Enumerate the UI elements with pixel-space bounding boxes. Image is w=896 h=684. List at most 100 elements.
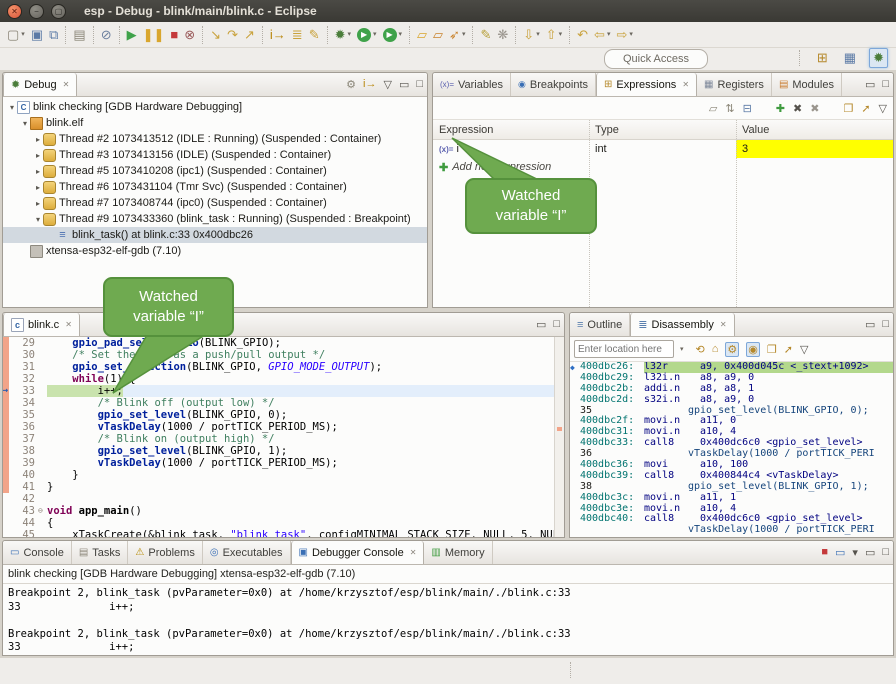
quick-access-button[interactable]: Quick Access	[604, 49, 708, 69]
pin-editor-button[interactable]: ❋	[494, 25, 511, 45]
window-close-button[interactable]: ✕	[7, 4, 22, 19]
location-input[interactable]	[574, 340, 674, 358]
open-project-button[interactable]: ▱	[430, 25, 446, 45]
disconnect-button[interactable]: ⊗	[181, 25, 198, 45]
debug-tree-row[interactable]: xtensa-esp32-elf-gdb (7.10)	[3, 243, 427, 259]
home-button[interactable]: ⌂	[712, 343, 719, 355]
column-header-value[interactable]: Value	[736, 124, 893, 136]
disassembly-tab-outline[interactable]: ≡Outline	[570, 313, 630, 336]
maximize-button[interactable]: □	[416, 78, 423, 90]
terminate-button[interactable]: ■	[167, 25, 181, 45]
console-dropdown-button[interactable]: ▾	[852, 546, 858, 559]
view-menu-button[interactable]: ▽	[383, 78, 391, 91]
tree-expand-icon[interactable]: ▾	[20, 119, 30, 128]
disassembly-tab-disassembly[interactable]: ≣Disassembly✕	[630, 313, 734, 336]
editor-tab-blink-c[interactable]: cblink.c✕	[3, 313, 80, 336]
minimize-button[interactable]: ▭	[536, 318, 546, 331]
instruction-stepping-button[interactable]: i→	[267, 25, 289, 45]
minimize-button[interactable]: ▭	[399, 78, 409, 91]
forward-button[interactable]: ⇨▾	[613, 25, 635, 45]
instruction-stepping-mode-button[interactable]: i→	[363, 78, 376, 90]
last-edit-location-button[interactable]: ✎	[477, 25, 494, 45]
console-tab-debugger-console[interactable]: ▣Debugger Console✕	[291, 541, 425, 564]
maximize-button[interactable]: □	[882, 78, 889, 90]
add-expression-row[interactable]: ✚Add new expression	[433, 158, 893, 176]
show-logical-structure-button[interactable]: ⇅	[725, 102, 734, 115]
new-view-button[interactable]: ❐	[843, 102, 853, 115]
view-menu-button[interactable]: ▽	[800, 343, 808, 356]
cpp-perspective-button[interactable]: ▦	[841, 49, 859, 67]
tab-close-icon[interactable]: ✕	[720, 320, 727, 329]
show-source-button[interactable]: ⚙	[725, 342, 739, 357]
previous-annotation-button[interactable]: ⇧▾	[543, 25, 565, 45]
debug-perspective-button[interactable]: ✹	[869, 48, 888, 68]
save-all-button[interactable]: ⧉	[46, 25, 61, 45]
expressions-tab-registers[interactable]: ▦Registers	[697, 73, 772, 96]
expressions-tab-modules[interactable]: ▤Modules	[772, 73, 842, 96]
save-button[interactable]: ▣	[28, 25, 46, 45]
open-new-view-button[interactable]: ➚	[784, 343, 793, 356]
minimize-button[interactable]: ▭	[865, 318, 875, 331]
sync-selection-button[interactable]: ◉	[746, 342, 760, 357]
new-view-button[interactable]: ❐	[767, 343, 777, 356]
resume-button[interactable]: ▶	[124, 25, 140, 45]
tree-expand-icon[interactable]: ▸	[33, 151, 43, 160]
back-button[interactable]: ⇦▾	[591, 25, 613, 45]
build-button[interactable]: ▤	[70, 25, 88, 45]
expressions-tab-expressions[interactable]: ⊞Expressions✕	[596, 73, 697, 96]
tree-expand-icon[interactable]: ▾	[33, 215, 43, 224]
console-tab-executables[interactable]: ◎Executables	[203, 541, 291, 564]
flash-button[interactable]: ➶▾	[446, 25, 468, 45]
remove-all-expressions-button[interactable]: ✖	[810, 102, 819, 115]
tree-expand-icon[interactable]: ▾	[7, 103, 17, 112]
location-dropdown-icon[interactable]: ▾	[680, 345, 684, 353]
expressions-tab-breakpoints[interactable]: ◉Breakpoints	[511, 73, 596, 96]
tree-expand-icon[interactable]: ▸	[33, 199, 43, 208]
column-header-type[interactable]: Type	[589, 124, 736, 136]
debug-tree-row[interactable]: ▸Thread #7 1073408744 (ipc0) (Suspended …	[3, 195, 427, 211]
step-return-button[interactable]: ↗	[241, 25, 258, 45]
add-expression-button[interactable]: ✚	[776, 102, 785, 115]
step-over-button[interactable]: ↷	[224, 25, 241, 45]
column-header-expression[interactable]: Expression	[433, 124, 589, 136]
view-menu-button[interactable]: ▽	[879, 102, 887, 115]
window-maximize-button[interactable]: ▢	[51, 4, 66, 19]
external-tools-button[interactable]: ▶▾	[380, 25, 406, 45]
minimize-button[interactable]: ▭	[865, 546, 875, 559]
new-project-button[interactable]: ▱	[414, 25, 430, 45]
tree-expand-icon[interactable]: ▸	[33, 183, 43, 192]
run-button[interactable]: ▶▾	[354, 25, 380, 45]
debug-tree-row[interactable]: ≡blink_task() at blink.c:33 0x400dbc26	[3, 227, 427, 243]
show-type-names-button[interactable]: ▱	[709, 102, 717, 115]
tab-close-icon[interactable]: ✕	[410, 548, 417, 557]
debug-tree-row[interactable]: ▸Thread #3 1073413156 (IDLE) (Suspended …	[3, 147, 427, 163]
debug-tree-row[interactable]: ▸Thread #6 1073431104 (Tmr Svc) (Suspend…	[3, 179, 427, 195]
maximize-button[interactable]: □	[882, 546, 889, 558]
debug-tab-debug[interactable]: ✹Debug✕	[3, 73, 77, 96]
debug-tree-row[interactable]: ▾Cblink checking [GDB Hardware Debugging…	[3, 99, 427, 115]
maximize-button[interactable]: □	[882, 318, 889, 330]
tab-close-icon[interactable]: ✕	[63, 80, 70, 89]
debug-button[interactable]: ✹▾	[332, 25, 354, 45]
show-debug-toolbar-button[interactable]: ≣	[289, 25, 306, 45]
tab-close-icon[interactable]: ✕	[682, 80, 689, 89]
expressions-tab-variables[interactable]: (x)=Variables	[433, 73, 511, 96]
remove-expression-button[interactable]: ✖	[793, 102, 802, 115]
expression-row[interactable]: (x)=iint3	[433, 140, 893, 158]
tree-expand-icon[interactable]: ▸	[33, 135, 43, 144]
maximize-button[interactable]: □	[553, 318, 560, 330]
refresh-button[interactable]: ⟲	[696, 343, 705, 356]
tab-close-icon[interactable]: ✕	[65, 320, 72, 329]
open-new-view-button[interactable]: ➚	[861, 102, 870, 115]
console-tab-problems[interactable]: ⚠Problems	[128, 541, 202, 564]
collapse-all-button[interactable]: ⊟	[743, 102, 752, 115]
fold-marker[interactable]: ⊖	[38, 505, 47, 517]
new-button[interactable]: ▢▾	[4, 25, 28, 45]
debug-tree-row[interactable]: ▸Thread #5 1073410208 (ipc1) (Suspended …	[3, 163, 427, 179]
console-tab-memory[interactable]: ▥Memory	[424, 541, 492, 564]
debug-tree-row[interactable]: ▾Thread #9 1073433360 (blink_task : Runn…	[3, 211, 427, 227]
debug-tree-row[interactable]: ▸Thread #2 1073413512 (IDLE : Running) (…	[3, 131, 427, 147]
skip-all-breakpoints-button[interactable]: ⊘	[98, 25, 115, 45]
suspend-button[interactable]: ❚❚	[140, 25, 168, 45]
open-perspective-button[interactable]: ⊞	[814, 49, 831, 67]
